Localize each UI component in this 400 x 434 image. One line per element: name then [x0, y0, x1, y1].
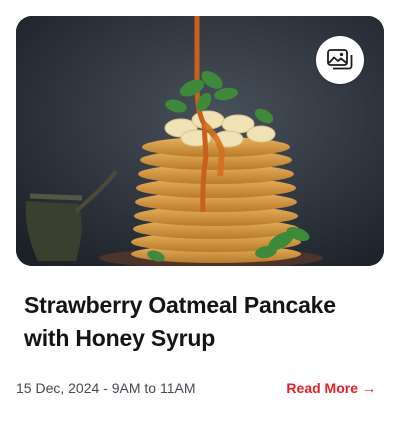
read-more-label: Read More [286, 380, 358, 396]
image-gallery-icon [327, 49, 353, 70]
arrow-right-icon: → [362, 380, 376, 396]
event-date-time: 15 Dec, 2024 - 9AM to 11AM [16, 380, 196, 396]
recipe-image[interactable] [16, 16, 384, 266]
read-more-link[interactable]: Read More → [286, 380, 384, 396]
recipe-meta: 15 Dec, 2024 - 9AM to 11AM Read More → [16, 378, 384, 398]
recipe-card: Strawberry Oatmeal Pancake with Honey Sy… [0, 0, 400, 434]
recipe-title: Strawberry Oatmeal Pancake with Honey Sy… [24, 292, 336, 351]
gallery-button[interactable] [316, 36, 364, 84]
